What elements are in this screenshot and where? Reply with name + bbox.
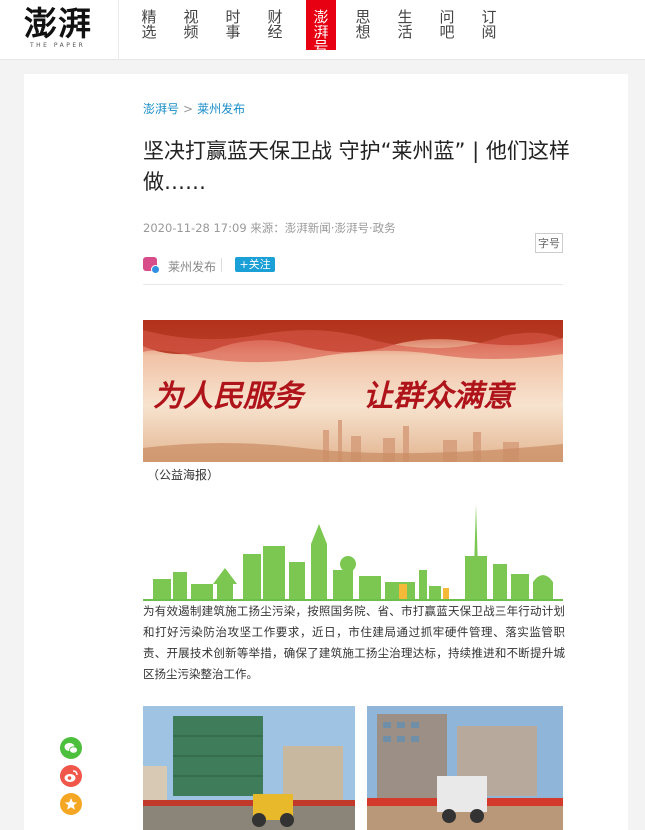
breadcrumb-link-pengpaihao[interactable]: 澎湃号 bbox=[143, 102, 179, 116]
favorite-icon[interactable] bbox=[60, 793, 82, 815]
author-avatar[interactable] bbox=[143, 257, 160, 274]
skyline-graphic bbox=[143, 504, 563, 601]
author-name[interactable]: 莱州发布 bbox=[168, 258, 216, 275]
weibo-icon[interactable] bbox=[60, 765, 82, 787]
svg-text:为人民服务: 为人民服务 bbox=[153, 379, 307, 414]
nav-item-finance[interactable]: 财经 bbox=[260, 0, 290, 50]
nav-item-pengpaihao[interactable]: 澎湃号 bbox=[306, 0, 336, 55]
article-title: 坚决打赢蓝天保卫战 守护“莱州蓝” | 他们这样做…… bbox=[143, 139, 570, 194]
top-bar: 澎湃 THE PAPER 精选 视频 时事 财经 澎湃号 思想 生活 问吧 订阅 bbox=[0, 0, 645, 60]
nav-divider bbox=[118, 0, 119, 60]
breadcrumb-separator: > bbox=[183, 102, 194, 116]
site-logo[interactable]: 澎湃 THE PAPER bbox=[24, 6, 104, 50]
logo-subtitle: THE PAPER bbox=[30, 42, 86, 49]
construction-photo-1 bbox=[143, 706, 355, 830]
construction-photo-2 bbox=[367, 706, 563, 830]
banner-image: 为人民服务 让群众满意 bbox=[143, 320, 563, 462]
article-meta: 2020-11-28 17:09 来源：澎湃新闻·澎湃号·政务 bbox=[143, 221, 396, 235]
nav-item-news[interactable]: 时事 bbox=[218, 0, 248, 50]
photo-1-graphic bbox=[143, 706, 355, 830]
article-paragraph: 为有效遏制建筑施工扬尘污染，按照国务院、省、市打赢蓝天保卫战三年行动计划和打好污… bbox=[143, 604, 565, 681]
nav-item-video[interactable]: 视频 bbox=[176, 0, 206, 50]
follow-button[interactable]: +关注 bbox=[235, 257, 275, 272]
banner-caption: （公益海报） bbox=[147, 468, 220, 482]
photo-2-graphic bbox=[367, 706, 563, 830]
font-size-button[interactable]: 字号 bbox=[535, 233, 563, 253]
nav-item-ask[interactable]: 问吧 bbox=[432, 0, 462, 50]
nav-item-life[interactable]: 生活 bbox=[390, 0, 420, 50]
wechat-icon[interactable] bbox=[60, 737, 82, 759]
city-skyline-illustration bbox=[143, 504, 563, 601]
article-card: 澎湃号 > 莱州发布 坚决打赢蓝天保卫战 守护“莱州蓝” | 他们这样做…… 202… bbox=[24, 74, 628, 830]
breadcrumb-link-laizhou[interactable]: 莱州发布 bbox=[197, 102, 245, 116]
breadcrumb: 澎湃号 > 莱州发布 bbox=[143, 100, 245, 117]
header-divider bbox=[143, 284, 563, 285]
author-divider bbox=[221, 258, 222, 272]
logo-text: 澎湃 bbox=[24, 4, 92, 43]
banner-graphic: 为人民服务 让群众满意 bbox=[143, 320, 563, 462]
svg-text:让群众满意: 让群众满意 bbox=[363, 379, 517, 414]
nav-item-thought[interactable]: 思想 bbox=[348, 0, 378, 50]
nav-item-featured[interactable]: 精选 bbox=[134, 0, 164, 50]
nav-item-subscribe[interactable]: 订阅 bbox=[474, 0, 504, 50]
